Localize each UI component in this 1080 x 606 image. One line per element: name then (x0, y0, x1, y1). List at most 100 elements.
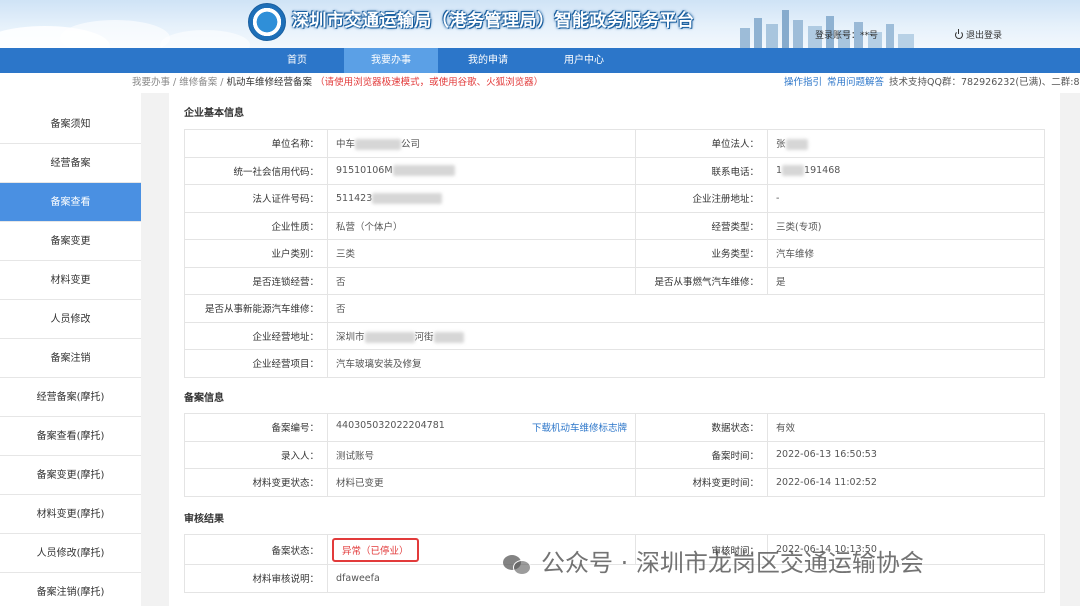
op-addr-value: 深圳市 河街 (327, 321, 1045, 350)
phone-value: 1 191468 (767, 156, 1045, 185)
op-addr-part: 河街 (414, 331, 434, 343)
support-info: 技术支持QQ群：782926232(已满)、二群:86 (889, 77, 1080, 88)
sidebar-item-staff-edit[interactable]: 人员修改 (0, 300, 141, 339)
breadcrumb-services[interactable]: 我要办事 (132, 77, 170, 88)
field-label: 经营类型： (635, 211, 768, 240)
login-account-label: 登录账号：**号 (815, 31, 879, 41)
table-row: 企业性质： 私营（个体户） 经营类型： 三类(专项) (184, 211, 1045, 240)
breadcrumb-current: 机动车维修经营备案 (226, 77, 313, 88)
guide-link[interactable]: 操作指引 (784, 77, 822, 88)
field-label: 是否连锁经营： (184, 266, 328, 295)
sidebar-item-record-cancel[interactable]: 备案注销 (0, 339, 141, 378)
nature-value: 私营（个体户） (327, 211, 636, 240)
id-no-value: 511423 (327, 184, 636, 213)
table-row: 统一社会信用代码： 91510106M 联系电话： 1 191468 (184, 156, 1045, 185)
legal-person-text: 张 (776, 139, 786, 151)
logout-button[interactable]: 退出登录 (955, 28, 1002, 41)
unit-name-part: 公司 (401, 139, 421, 151)
field-label: 单位名称： (184, 129, 328, 158)
audit-title: 审核结果 (184, 514, 224, 525)
record-info-table: 备案编号： 440305032022204781 下载机动车维修标志牌 数据状态：… (184, 413, 1045, 497)
field-label: 备案状态： (184, 534, 328, 565)
city-skyline-decoration (740, 10, 914, 48)
sidebar-item-business-record[interactable]: 经营备案 (0, 144, 141, 183)
field-label: 材料变更时间： (635, 468, 768, 497)
sidebar-item-moto-record-view[interactable]: 备案查看(摩托) (0, 417, 141, 456)
service-type-value: 汽车维修 (767, 239, 1045, 268)
top-links: 操作指引 常用问题解答 技术支持QQ群：782926232(已满)、二群:86 (784, 73, 1080, 93)
main-content: 企业基本信息 单位名称： 中车 公司 单位法人： 张 统一社会信用代码： 9151… (169, 93, 1060, 606)
field-label: 企业经营项目： (184, 349, 328, 378)
nav-home[interactable]: 首页 (250, 48, 344, 73)
status-badge: 异常（已停业） (332, 537, 419, 562)
sidebar-item-moto-staff-edit[interactable]: 人员修改(摩托) (0, 534, 141, 573)
scope-value: 汽车玻璃安装及修复 (327, 349, 1045, 378)
nav-my-applications[interactable]: 我的申请 (441, 48, 535, 73)
site-title: 深圳市交通运输局（港务管理局）智能政务服务平台 (292, 11, 695, 31)
sidebar-item-material-change[interactable]: 材料变更 (0, 261, 141, 300)
table-row: 录入人： 测试账号 备案时间： 2022-06-13 16:50:53 (184, 440, 1045, 469)
nav-user-center[interactable]: 用户中心 (537, 48, 631, 73)
breadcrumb-repair-record[interactable]: 维修备案 (179, 77, 217, 88)
field-label: 备案编号： (184, 413, 328, 442)
table-row: 备案编号： 440305032022204781 下载机动车维修标志牌 数据状态：… (184, 413, 1045, 442)
legal-person-value: 张 (767, 129, 1045, 158)
main-nav: 首页 我要办事 我的申请 用户中心 (0, 48, 1080, 73)
id-no-text: 511423 (336, 192, 373, 204)
ev-value: 否 (327, 294, 1045, 323)
browser-warning: （请使用浏览器极速模式，或使用谷歌、火狐浏览器） (315, 77, 544, 88)
redaction-blur (372, 192, 443, 204)
right-gutter (1060, 93, 1080, 606)
phone-part: 191468 (804, 165, 841, 177)
biz-type-value: 三类(专项) (767, 211, 1045, 240)
field-label: 数据状态： (635, 413, 768, 442)
unit-name-value: 中车 公司 (327, 129, 636, 158)
material-time-value: 2022-06-14 11:02:52 (767, 468, 1045, 497)
reg-addr-value: - (767, 184, 1045, 213)
faq-link[interactable]: 常用问题解答 (827, 77, 884, 88)
table-row: 是否连锁经营： 否 是否从事燃气汽车维修： 是 (184, 266, 1045, 295)
table-row: 单位名称： 中车 公司 单位法人： 张 (184, 129, 1045, 158)
sidebar-item-record-view[interactable]: 备案查看 (0, 183, 141, 222)
gas-value: 是 (767, 266, 1045, 295)
sidebar-item-notice[interactable]: 备案须知 (0, 105, 141, 144)
credit-code-text: 91510106M (336, 165, 393, 177)
sidebar-item-moto-material-change[interactable]: 材料变更(摩托) (0, 495, 141, 534)
credit-code-value: 91510106M (327, 156, 636, 185)
transport-bureau-emblem-icon (248, 3, 286, 41)
sidebar-item-moto-record-change[interactable]: 备案变更(摩托) (0, 456, 141, 495)
field-label: 材料变更状态： (184, 468, 328, 497)
redaction-blur (355, 139, 402, 151)
watermark-text: 公众号 · 深圳市龙岗区交通运输协会 (541, 549, 924, 577)
sidebar-item-moto-business-record[interactable]: 经营备案(摩托) (0, 378, 141, 417)
unit-name-part: 中车 (336, 139, 356, 151)
table-row: 材料变更状态： 材料已变更 材料变更时间： 2022-06-14 11:02:5… (184, 468, 1045, 497)
table-row: 是否从事新能源汽车维修： 否 (184, 294, 1045, 323)
download-sign-link[interactable]: 下载机动车维修标志牌 (532, 420, 627, 434)
sidebar-item-record-change[interactable]: 备案变更 (0, 222, 141, 261)
watermark: 公众号 · 深圳市龙岗区交通运输协会 (503, 543, 924, 578)
sidebar-item-moto-record-cancel[interactable]: 备案注销(摩托) (0, 573, 141, 606)
table-row: 企业经营项目： 汽车玻璃安装及修复 (184, 349, 1045, 378)
nav-services[interactable]: 我要办事 (344, 48, 438, 73)
entered-by-value: 测试账号 (327, 440, 636, 469)
op-addr-part: 深圳市 (336, 331, 365, 343)
chain-value: 否 (327, 266, 636, 295)
field-label: 业务类型： (635, 239, 768, 268)
record-time-value: 2022-06-13 16:50:53 (767, 440, 1045, 469)
field-label: 备案时间： (635, 440, 768, 469)
redaction-blur (782, 165, 805, 177)
basic-info-title: 企业基本信息 (184, 108, 244, 119)
redaction-blur (392, 165, 455, 177)
table-row: 企业经营地址： 深圳市 河街 (184, 321, 1045, 350)
redaction-blur (364, 331, 415, 343)
category-value: 三类 (327, 239, 636, 268)
wechat-icon (503, 553, 533, 575)
redaction-blur (785, 139, 808, 151)
field-label: 单位法人： (635, 129, 768, 158)
field-label: 业户类别： (184, 239, 328, 268)
basic-info-table: 单位名称： 中车 公司 单位法人： 张 统一社会信用代码： 91510106M 联… (184, 129, 1045, 378)
field-label: 企业性质： (184, 211, 328, 240)
table-row: 法人证件号码： 511423 企业注册地址： - (184, 184, 1045, 213)
breadcrumb-separator: / (170, 77, 180, 88)
